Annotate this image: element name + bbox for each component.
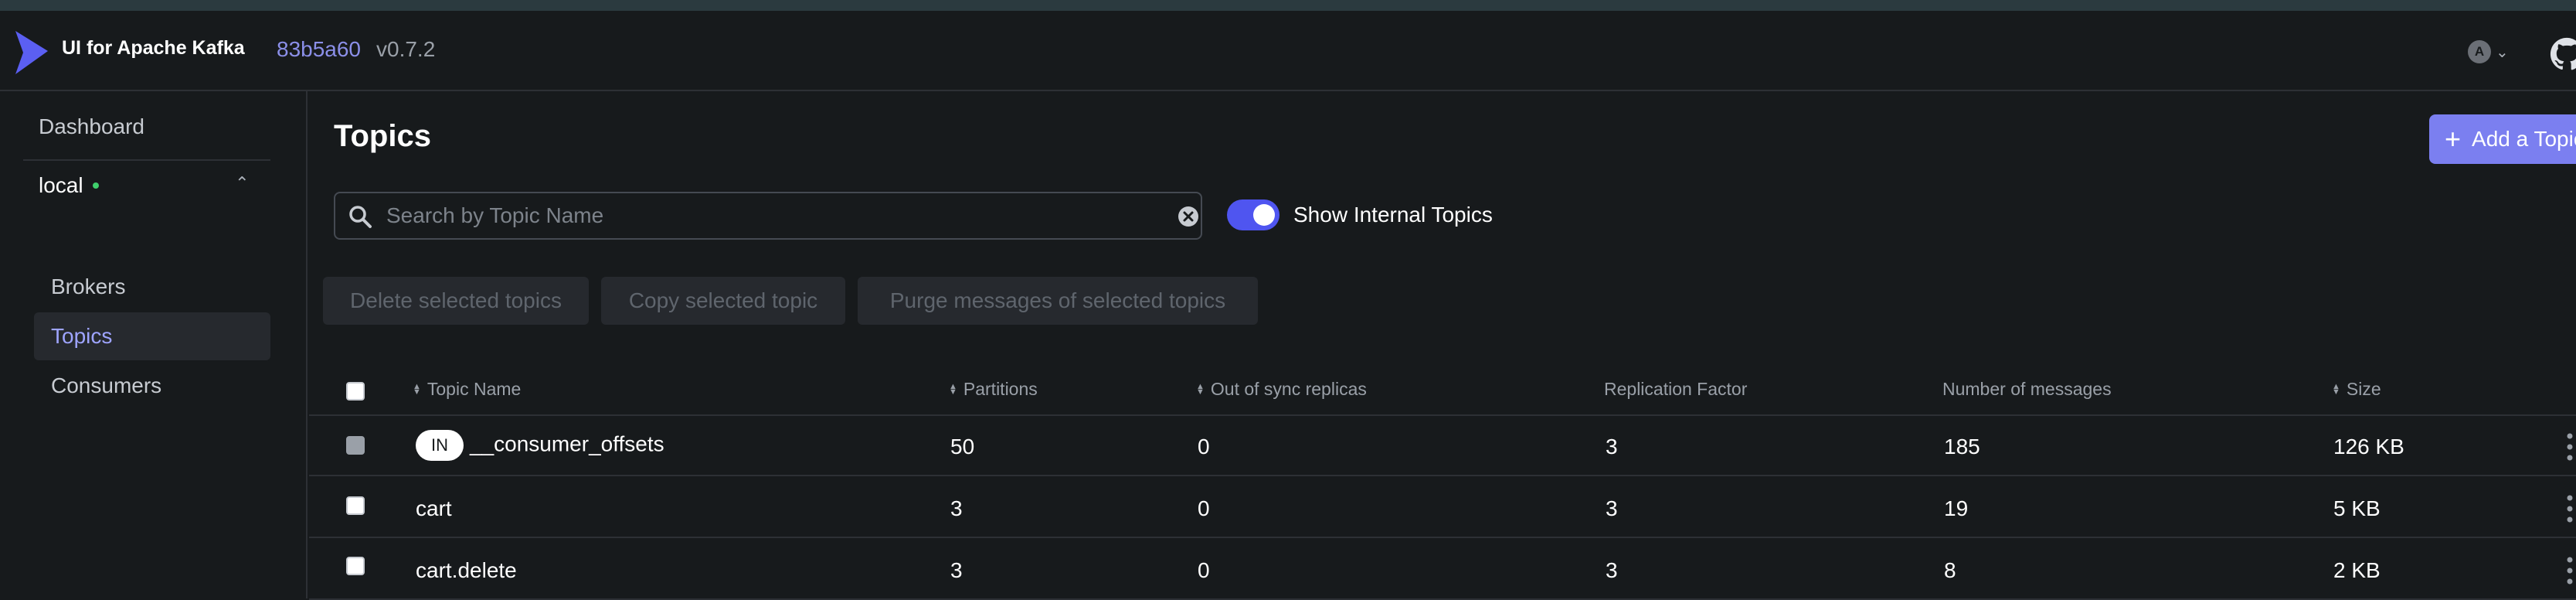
column-header-partitions[interactable]: ▲ ▼ Partitions	[949, 379, 1038, 400]
github-icon[interactable]	[2550, 37, 2576, 71]
search-input[interactable]	[386, 199, 1128, 232]
cell-number-of-messages: 185	[1944, 435, 1980, 459]
cell-replication-factor: 3	[1606, 558, 1618, 582]
version-hash-link[interactable]: 83b5a60	[277, 37, 361, 62]
topic-name: __consumer_offsets	[470, 431, 664, 456]
cell-partitions: 3	[950, 558, 963, 582]
sort-icon: ▲ ▼	[2332, 381, 2340, 397]
row-actions-menu-icon[interactable]	[2564, 431, 2576, 462]
cell-size: 5 KB	[2333, 496, 2381, 520]
app-name[interactable]: UI for Apache Kafka	[62, 37, 245, 60]
cluster-name: local	[39, 173, 83, 197]
copy-selected-topic-button[interactable]: Copy selected topic	[601, 277, 845, 325]
row-checkbox[interactable]	[346, 557, 365, 575]
row-checkbox[interactable]	[346, 496, 365, 515]
sidebar-item-label: Brokers	[51, 274, 126, 298]
sidebar-item-label: Topics	[51, 324, 113, 348]
sort-icon: ▲ ▼	[949, 381, 957, 397]
topic-name-link[interactable]: IN __consumer_offsets	[416, 430, 664, 461]
cell-replication-factor: 3	[1606, 496, 1618, 520]
delete-selected-topics-button[interactable]: Delete selected topics	[323, 277, 589, 325]
user-avatar: A	[2468, 40, 2491, 63]
sidebar-item-topics[interactable]: Topics	[34, 312, 270, 360]
row-actions-menu-icon[interactable]	[2564, 493, 2576, 524]
toggle-knob	[1253, 204, 1275, 226]
column-header-replication-factor: Replication Factor	[1604, 379, 1747, 400]
cell-number-of-messages: 19	[1944, 496, 1969, 520]
sort-icon: ▲ ▼	[413, 381, 421, 397]
search-box	[334, 192, 1202, 240]
select-all-checkbox[interactable]	[346, 382, 365, 401]
row-checkbox	[346, 436, 365, 455]
cell-size: 2 KB	[2333, 558, 2381, 582]
clear-search-icon[interactable]	[1176, 204, 1201, 229]
column-label: Number of messages	[1942, 379, 2112, 399]
version-number: v0.7.2	[376, 37, 436, 61]
sort-icon: ▲ ▼	[1196, 381, 1205, 397]
kafka-logo-icon[interactable]	[12, 28, 51, 77]
sidebar-item-consumers[interactable]: Consumers	[34, 362, 270, 410]
cell-out-of-sync: 0	[1198, 435, 1210, 459]
column-label: Out of sync replicas	[1210, 379, 1367, 399]
page-title: Topics	[334, 119, 431, 153]
sidebar: Dashboard local ⌄ Brokers Topics Consume…	[0, 91, 308, 598]
cell-replication-factor: 3	[1606, 435, 1618, 459]
table-row: IN __consumer_offsets 50 0 3 185 126 KB	[309, 416, 2576, 476]
chevron-up-icon[interactable]: ⌄	[235, 172, 249, 192]
cell-out-of-sync: 0	[1198, 558, 1210, 582]
show-internal-topics-toggle[interactable]	[1227, 199, 1280, 230]
column-header-number-of-messages: Number of messages	[1942, 379, 2112, 400]
sidebar-item-dashboard[interactable]: Dashboard	[39, 114, 144, 139]
cell-out-of-sync: 0	[1198, 496, 1210, 520]
show-internal-topics-label: Show Internal Topics	[1293, 203, 1493, 227]
row-actions-menu-icon[interactable]	[2564, 555, 2576, 586]
cell-size: 126 KB	[2333, 435, 2404, 459]
add-topic-label: Add a Topic	[2472, 127, 2576, 151]
chevron-down-icon: ⌄	[2496, 43, 2509, 61]
main-content: Topics + Add a Topic Show Internal Topic…	[309, 91, 2576, 600]
table-row: cart 3 0 3 19 5 KB	[309, 478, 2576, 538]
column-header-out-of-sync[interactable]: ▲ ▼ Out of sync replicas	[1196, 379, 1367, 400]
plus-icon: +	[2445, 123, 2462, 155]
purge-messages-button[interactable]: Purge messages of selected topics	[858, 277, 1258, 325]
cluster-status-dot	[92, 182, 99, 189]
table-header: ▲ ▼ Topic Name ▲ ▼ Partitions ▲ ▼ Out of sy…	[309, 362, 2576, 416]
column-label: Partitions	[963, 379, 1038, 399]
sidebar-divider	[23, 159, 270, 161]
topic-name-link[interactable]: cart.delete	[416, 558, 517, 583]
search-icon	[349, 206, 372, 228]
add-topic-button[interactable]: + Add a Topic	[2429, 114, 2576, 164]
column-label: Topic Name	[427, 379, 522, 399]
column-label: Size	[2346, 379, 2381, 399]
sidebar-item-brokers[interactable]: Brokers	[34, 263, 270, 311]
column-header-topic-name[interactable]: ▲ ▼ Topic Name	[413, 379, 521, 400]
internal-badge: IN	[416, 430, 464, 461]
sidebar-cluster-local[interactable]: local	[39, 173, 99, 198]
navbar: UI for Apache Kafka 83b5a60 v0.7.2 A ⌄	[0, 11, 2576, 91]
cell-number-of-messages: 8	[1944, 558, 1956, 582]
cell-partitions: 50	[950, 435, 975, 459]
sidebar-item-label: Consumers	[51, 373, 162, 397]
column-header-size[interactable]: ▲ ▼ Size	[2332, 379, 2381, 400]
table-row: cart.delete 3 0 3 8 2 KB	[309, 540, 2576, 600]
cell-partitions: 3	[950, 496, 963, 520]
user-menu[interactable]: A ⌄	[2468, 40, 2509, 63]
topic-name-link[interactable]: cart	[416, 496, 452, 521]
column-label: Replication Factor	[1604, 379, 1748, 399]
window-top-strip	[0, 0, 2576, 11]
